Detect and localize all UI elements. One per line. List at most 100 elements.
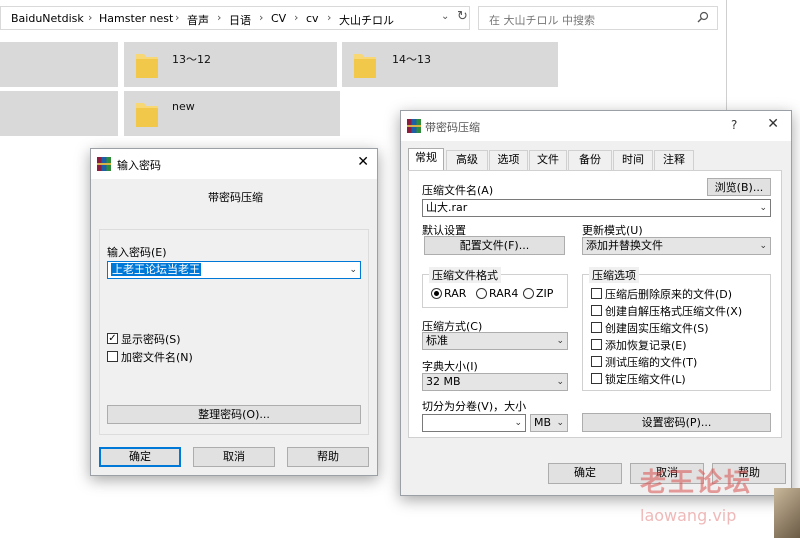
profiles-button[interactable]: 配置文件(F)... (424, 236, 565, 255)
breadcrumb-separator: › (88, 11, 93, 24)
folder-tile-13-12[interactable]: 13～12 (124, 42, 337, 87)
close-icon[interactable]: ✕ (767, 116, 779, 132)
search-placeholder: 在 大山チロル 中搜索 (489, 14, 595, 27)
organize-passwords-button[interactable]: 整理密码(O)... (107, 405, 361, 424)
breadcrumb-separator: › (294, 11, 299, 24)
search-box[interactable]: 在 大山チロル 中搜索 (478, 6, 718, 30)
show-password-label: 显示密码(S) (121, 333, 181, 346)
cancel-button[interactable]: 取消 (193, 447, 275, 467)
breadcrumb-cv-upper[interactable]: CV (271, 12, 286, 25)
dictionary-size-select[interactable]: 32 MB ⌄ (422, 373, 568, 391)
format-rar-radio[interactable] (431, 288, 442, 299)
archive-name-label: 压缩文件名(A) (422, 184, 494, 197)
refresh-icon[interactable]: ↻ (457, 9, 468, 24)
winrar-icon (407, 119, 421, 133)
chevron-down-icon[interactable]: ⌄ (514, 415, 522, 431)
encrypt-filenames-checkbox[interactable] (107, 351, 118, 362)
chevron-down-icon[interactable]: ⌄ (349, 262, 357, 278)
option-test-label: 测试压缩的文件(T) (605, 356, 698, 369)
folder-tile-new[interactable]: new (124, 91, 340, 136)
chevron-down-icon[interactable]: ⌄ (759, 238, 767, 254)
folder-name: 14～13 (392, 53, 431, 66)
folder-name: 13～12 (172, 53, 211, 66)
folder-tile-14-13[interactable]: 14～13 (342, 42, 558, 87)
help-icon[interactable]: ? (731, 118, 737, 132)
folder-name: new (172, 100, 195, 113)
format-zip-label: ZIP (536, 287, 554, 300)
breadcrumb-baidunetdisk[interactable]: BaiduNetdisk (11, 12, 84, 25)
breadcrumb-separator: › (217, 11, 222, 24)
archive-name-input[interactable]: 山大.rar ⌄ (422, 199, 771, 217)
chevron-down-icon[interactable]: ⌄ (556, 415, 564, 431)
search-icon[interactable] (697, 11, 709, 23)
watermark-text: 老王论坛 (640, 468, 753, 498)
compression-method-select[interactable]: 标准 ⌄ (422, 332, 568, 350)
option-sfx-checkbox[interactable] (591, 305, 602, 316)
tab-time[interactable]: 时间 (613, 150, 653, 170)
watermark-url: laowang.vip (640, 506, 737, 525)
archive-format-title: 压缩文件格式 (429, 267, 501, 283)
address-bar[interactable]: BaiduNetdisk › Hamster nest › 音声 › 日语 › … (0, 6, 470, 30)
archive-dialog-title: 带密码压缩 (425, 121, 480, 134)
breadcrumb-voice[interactable]: 音声 (187, 12, 209, 28)
password-dialog-subtitle: 带密码压缩 (208, 191, 263, 204)
format-rar4-label: RAR4 (489, 287, 519, 300)
tab-advanced[interactable]: 高级 (446, 150, 488, 170)
update-mode-value: 添加并替换文件 (586, 239, 663, 252)
breadcrumb-cv-lower[interactable]: cv (306, 12, 319, 25)
split-unit-value: MB (534, 416, 552, 429)
password-dialog-title: 输入密码 (117, 159, 161, 172)
update-mode-label: 更新模式(U) (582, 224, 643, 237)
folder-tile[interactable] (0, 42, 118, 87)
window-edge (726, 0, 727, 110)
split-size-input[interactable]: ⌄ (422, 414, 526, 432)
split-unit-select[interactable]: MB ⌄ (530, 414, 568, 432)
tab-options[interactable]: 选项 (489, 150, 528, 170)
option-lock-label: 锁定压缩文件(L) (605, 373, 686, 386)
ok-button[interactable]: 确定 (548, 463, 622, 484)
option-test-checkbox[interactable] (591, 356, 602, 367)
show-password-checkbox[interactable]: ✓ (107, 333, 118, 344)
breadcrumb-separator: › (175, 11, 180, 24)
folder-icon (136, 103, 158, 127)
breadcrumb-current-folder[interactable]: 大山チロル (339, 12, 394, 28)
chevron-down-icon[interactable]: ⌄ (759, 200, 767, 216)
set-password-button[interactable]: 设置密码(P)... (582, 413, 771, 432)
tab-general[interactable]: 常规 (408, 148, 444, 171)
format-rar-label: RAR (444, 287, 467, 300)
folder-icon (136, 54, 158, 78)
format-rar4-radio[interactable] (476, 288, 487, 299)
password-value: 上老王论坛当老王 (111, 263, 201, 276)
compression-method-value: 标准 (426, 334, 448, 347)
password-dialog-titlebar: 输入密码 ✕ (91, 149, 377, 179)
password-dialog: 输入密码 ✕ 带密码压缩 输入密码(E) 上老王论坛当老王 ⌄ ✓ 显示密码(S… (90, 148, 378, 476)
password-input[interactable]: 上老王论坛当老王 ⌄ (107, 261, 361, 279)
folder-icon (354, 54, 376, 78)
chevron-down-icon[interactable]: ⌄ (441, 11, 449, 22)
browse-button[interactable]: 浏览(B)... (707, 178, 771, 196)
chevron-down-icon[interactable]: ⌄ (556, 374, 564, 390)
close-icon[interactable]: ✕ (357, 154, 369, 170)
option-recovery-label: 添加恢复记录(E) (605, 339, 687, 352)
option-delete-label: 压缩后删除原来的文件(D) (605, 288, 733, 301)
format-zip-radio[interactable] (523, 288, 534, 299)
breadcrumb-hamster-nest[interactable]: Hamster nest (99, 12, 173, 25)
winrar-icon (97, 157, 111, 171)
archive-name-value: 山大.rar (426, 201, 468, 214)
option-solid-label: 创建固实压缩文件(S) (605, 322, 709, 335)
breadcrumb-japanese[interactable]: 日语 (229, 12, 251, 28)
tab-files[interactable]: 文件 (529, 150, 567, 170)
tab-comment[interactable]: 注释 (654, 150, 694, 170)
dictionary-size-value: 32 MB (426, 375, 461, 388)
ok-button[interactable]: 确定 (99, 447, 181, 467)
chevron-down-icon[interactable]: ⌄ (556, 333, 564, 349)
help-button[interactable]: 帮助 (287, 447, 369, 467)
option-recovery-checkbox[interactable] (591, 339, 602, 350)
option-delete-checkbox[interactable] (591, 288, 602, 299)
breadcrumb-separator: › (259, 11, 264, 24)
folder-tile[interactable] (0, 91, 118, 136)
option-solid-checkbox[interactable] (591, 322, 602, 333)
option-lock-checkbox[interactable] (591, 373, 602, 384)
update-mode-select[interactable]: 添加并替换文件 ⌄ (582, 237, 771, 255)
tab-backup[interactable]: 备份 (568, 150, 612, 170)
